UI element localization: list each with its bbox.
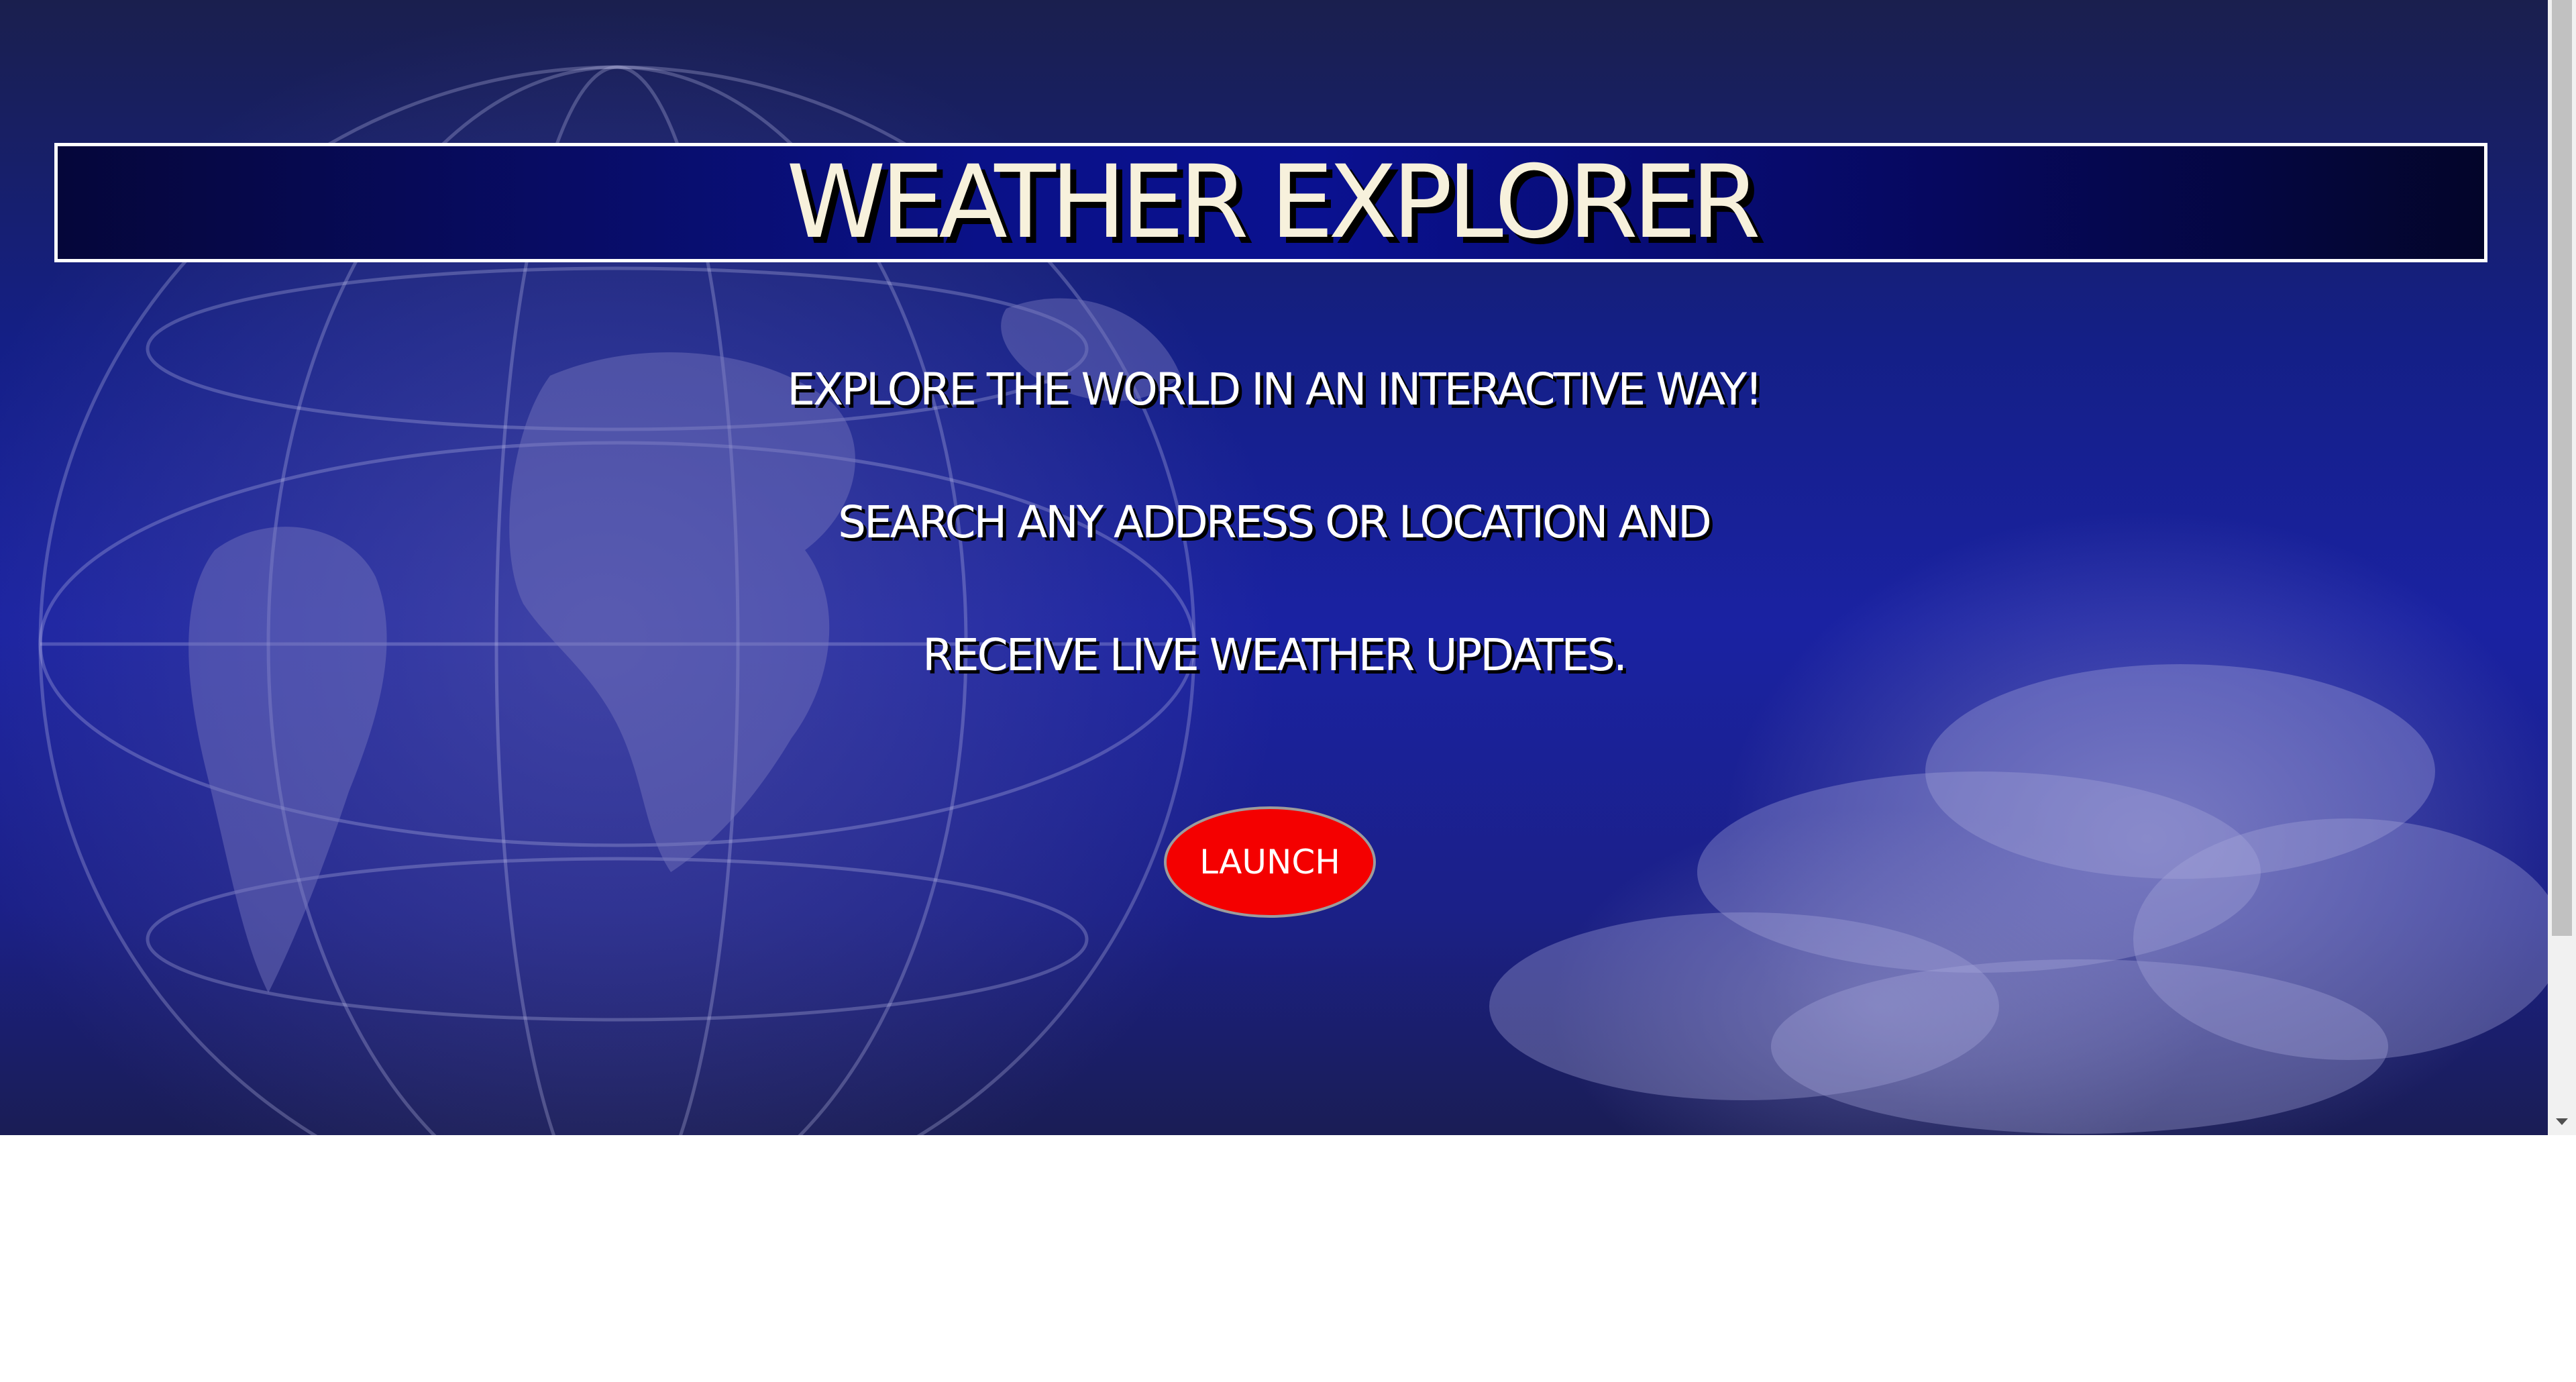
launch-button[interactable]: LAUNCH [1164,806,1376,918]
chevron-down-icon [2556,1118,2568,1125]
page-viewport: WEATHER EXPLORER EXPLORE THE WORLD IN AN… [0,0,2576,1382]
page-title: WEATHER EXPLORER [786,144,1761,261]
tagline-1: EXPLORE THE WORLD IN AN INTERACTIVE WAY! [787,364,1762,415]
tagline-3: RECEIVE LIVE WEATHER UPDATES. [922,629,1627,681]
hero-section: WEATHER EXPLORER EXPLORE THE WORLD IN AN… [0,0,2548,1135]
vertical-scrollbar[interactable] [2548,0,2576,1135]
page-below-fold [0,1135,2576,1382]
title-banner: WEATHER EXPLORER [54,143,2487,262]
tagline-2: SEARCH ANY ADDRESS OR LOCATION AND [838,496,1712,548]
scrollbar-thumb[interactable] [2552,0,2572,936]
scroll-down-arrow[interactable] [2548,1108,2576,1135]
